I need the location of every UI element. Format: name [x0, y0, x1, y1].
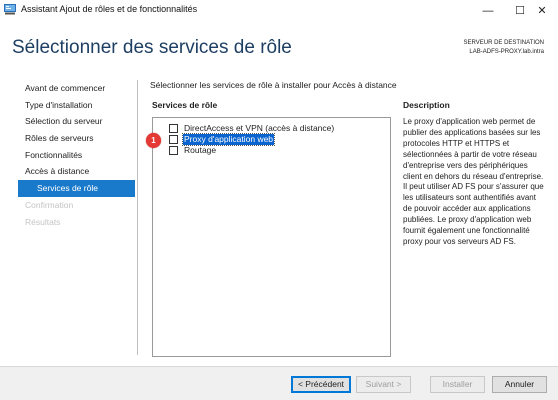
nav-divider [137, 80, 138, 355]
service-label: Routage [184, 145, 217, 155]
annotation-badge: 1 [146, 133, 161, 148]
install-button[interactable]: Installer [430, 376, 485, 393]
nav-item-fonctionnalites[interactable]: Fonctionnalités [18, 147, 135, 164]
destination-label: SERVEUR DE DESTINATION [463, 40, 544, 46]
next-button[interactable]: Suivant > [356, 376, 411, 393]
description-header: Description [403, 100, 450, 110]
nav-item-avant-de-commencer[interactable]: Avant de commencer [18, 80, 135, 97]
service-label: DirectAccess et VPN (accès à distance) [184, 123, 335, 133]
nav-item-roles-serveurs[interactable]: Rôles de serveurs [18, 130, 135, 147]
service-item-directaccess[interactable]: DirectAccess et VPN (accès à distance) [169, 123, 335, 134]
cancel-button[interactable]: Annuler [492, 376, 547, 393]
wizard-nav: Avant de commencer Type d'installation S… [18, 80, 135, 230]
minimize-button[interactable]: — [470, 0, 506, 22]
web-application-proxy-checkbox[interactable] [169, 135, 178, 144]
destination-server-name: LAB-ADFS-PROXY.lab.intra [469, 49, 544, 55]
page-title: Sélectionner des services de rôle [12, 37, 292, 58]
nav-item-confirmation: Confirmation [25, 199, 74, 210]
description-text: Le proxy d'application web permet de pub… [403, 117, 544, 246]
services-header: Services de rôle [152, 100, 218, 110]
button-bar: < Précédent Suivant > Installer Annuler [0, 366, 558, 400]
destination-server-info: SERVEUR DE DESTINATION LAB-ADFS-PROXY.la… [464, 39, 544, 57]
title-bar: Assistant Ajout de rôles et de fonctionn… [0, 0, 558, 22]
service-item-routage[interactable]: Routage [169, 145, 217, 156]
role-services-list[interactable]: DirectAccess et VPN (accès à distance) P… [152, 117, 391, 357]
server-manager-icon [4, 4, 16, 15]
window-title: Assistant Ajout de rôles et de fonctionn… [21, 4, 198, 14]
previous-button[interactable]: < Précédent [291, 376, 351, 393]
routage-checkbox[interactable] [169, 146, 178, 155]
nav-item-services-de-role[interactable]: Services de rôle [18, 180, 135, 197]
instruction-text: Sélectionner les services de rôle à inst… [150, 80, 397, 90]
close-button[interactable]: ✕ [524, 0, 558, 22]
service-item-web-application-proxy[interactable]: Proxy d'application web [169, 133, 276, 146]
nav-item-resultats: Résultats [25, 216, 61, 227]
service-label: Proxy d'application web [181, 133, 276, 146]
directaccess-checkbox[interactable] [169, 124, 178, 133]
nav-item-selection-serveur[interactable]: Sélection du serveur [18, 113, 135, 130]
nav-item-type-installation[interactable]: Type d'installation [18, 97, 135, 114]
nav-item-acces-distance[interactable]: Accès à distance [18, 163, 135, 180]
